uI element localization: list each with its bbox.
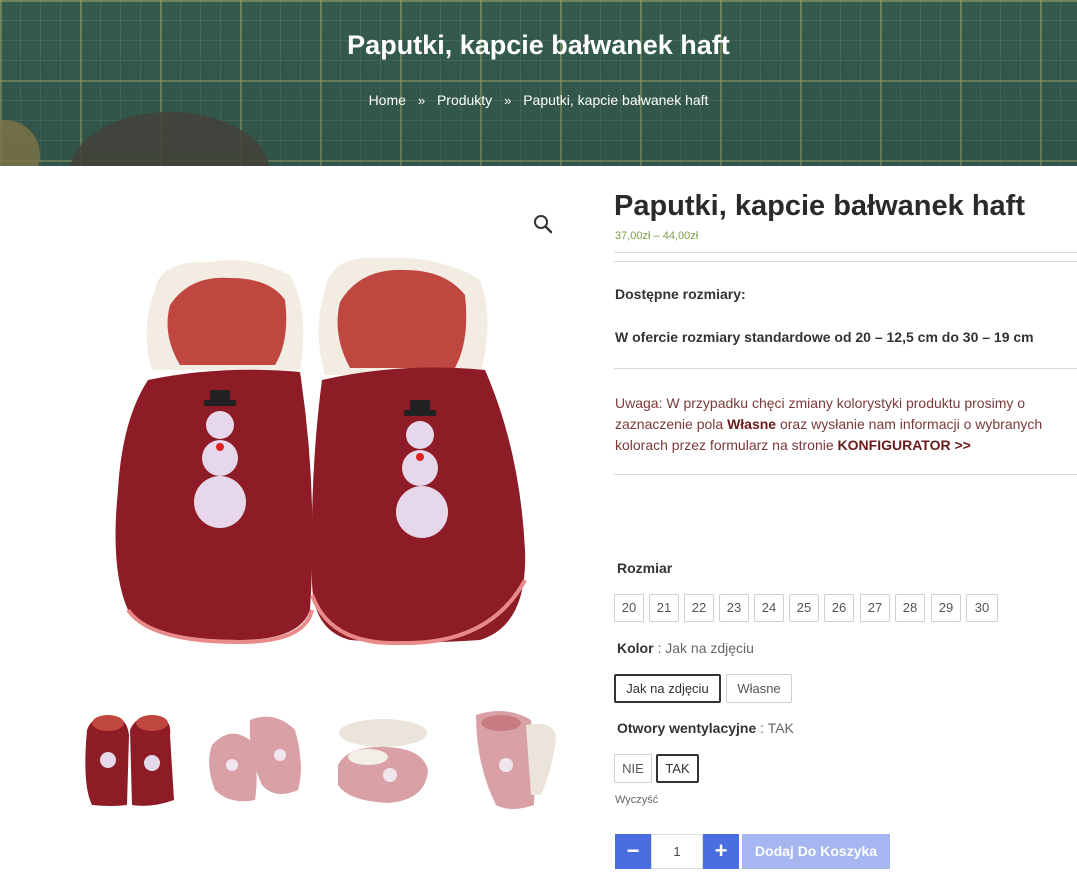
thumbnail[interactable]	[200, 705, 310, 815]
size-option-21[interactable]: 21	[649, 594, 679, 622]
vent-option-nie[interactable]: NIE	[614, 754, 652, 783]
divider	[614, 474, 1077, 475]
thumbnail[interactable]	[328, 705, 438, 815]
color-option-wlasne[interactable]: Własne	[726, 674, 792, 703]
hero-banner: Paputki, kapcie bałwanek haft Home » Pro…	[0, 0, 1077, 166]
breadcrumb-current: Paputki, kapcie bałwanek haft	[523, 92, 709, 108]
left-shoe	[115, 260, 314, 645]
product-title: Paputki, kapcie bałwanek haft	[614, 190, 1025, 222]
size-option-25[interactable]: 25	[789, 594, 819, 622]
clear-selection-link[interactable]: Wyczyść	[615, 794, 658, 806]
thumbnail[interactable]	[72, 705, 182, 815]
size-option-30[interactable]: 30	[966, 594, 998, 622]
color-option-jak-na-zdjeciu[interactable]: Jak na zdjęciu	[614, 674, 721, 703]
size-option-27[interactable]: 27	[860, 594, 890, 622]
breadcrumb-home[interactable]: Home	[369, 92, 406, 108]
quantity-decrease-button[interactable]: −	[615, 834, 651, 869]
size-label-text: Rozmiar	[617, 560, 673, 576]
color-change-note: Uwaga: W przypadku chęci zmiany koloryst…	[615, 393, 1077, 456]
page-title: Paputki, kapcie bałwanek haft	[347, 30, 730, 60]
vent-selected-value: : TAK	[756, 720, 794, 736]
quantity-increase-button[interactable]: +	[703, 834, 739, 869]
add-to-cart-button[interactable]: Dodaj Do Koszyka	[742, 834, 890, 869]
vent-label-text: Otwory wentylacyjne	[617, 720, 757, 736]
size-option-28[interactable]: 28	[895, 594, 925, 622]
quantity-input[interactable]	[651, 834, 703, 869]
vent-option-tak[interactable]: TAK	[656, 754, 699, 783]
size-option-24[interactable]: 24	[754, 594, 784, 622]
divider	[614, 252, 1077, 253]
sizes-description: W ofercie rozmiary standardowe od 20 – 1…	[615, 329, 1034, 345]
size-label: Rozmiar	[617, 560, 672, 576]
thumbnail[interactable]	[456, 705, 566, 815]
note-strong-wlasne: Własne	[727, 416, 777, 432]
color-label-text: Kolor	[617, 640, 654, 656]
vent-label: Otwory wentylacyjne : TAK	[617, 720, 794, 736]
size-option-23[interactable]: 23	[719, 594, 749, 622]
divider	[614, 368, 1077, 369]
color-label: Kolor : Jak na zdjęciu	[617, 640, 754, 656]
chevron-right-icon: »	[504, 93, 512, 108]
color-selected-value: : Jak na zdjęciu	[653, 640, 754, 656]
magnifier-icon[interactable]	[532, 213, 554, 235]
konfigurator-link[interactable]: KONFIGURATOR >>	[838, 437, 971, 453]
size-option-26[interactable]: 26	[824, 594, 854, 622]
size-option-20[interactable]: 20	[614, 594, 644, 622]
size-option-29[interactable]: 29	[931, 594, 961, 622]
chevron-right-icon: »	[417, 93, 426, 108]
product-main-image[interactable]	[100, 250, 540, 650]
thumbnail-strip	[72, 705, 572, 815]
right-shoe	[310, 257, 527, 646]
sizes-heading: Dostępne rozmiary:	[615, 286, 746, 302]
divider	[614, 261, 1077, 262]
size-option-22[interactable]: 22	[684, 594, 714, 622]
product-price: 37,00zł – 44,00zł	[615, 230, 699, 242]
breadcrumb: Home » Produkty » Paputki, kapcie bałwan…	[0, 92, 1077, 108]
breadcrumb-produkty[interactable]: Produkty	[437, 92, 492, 108]
hero-overlay	[0, 0, 1077, 166]
